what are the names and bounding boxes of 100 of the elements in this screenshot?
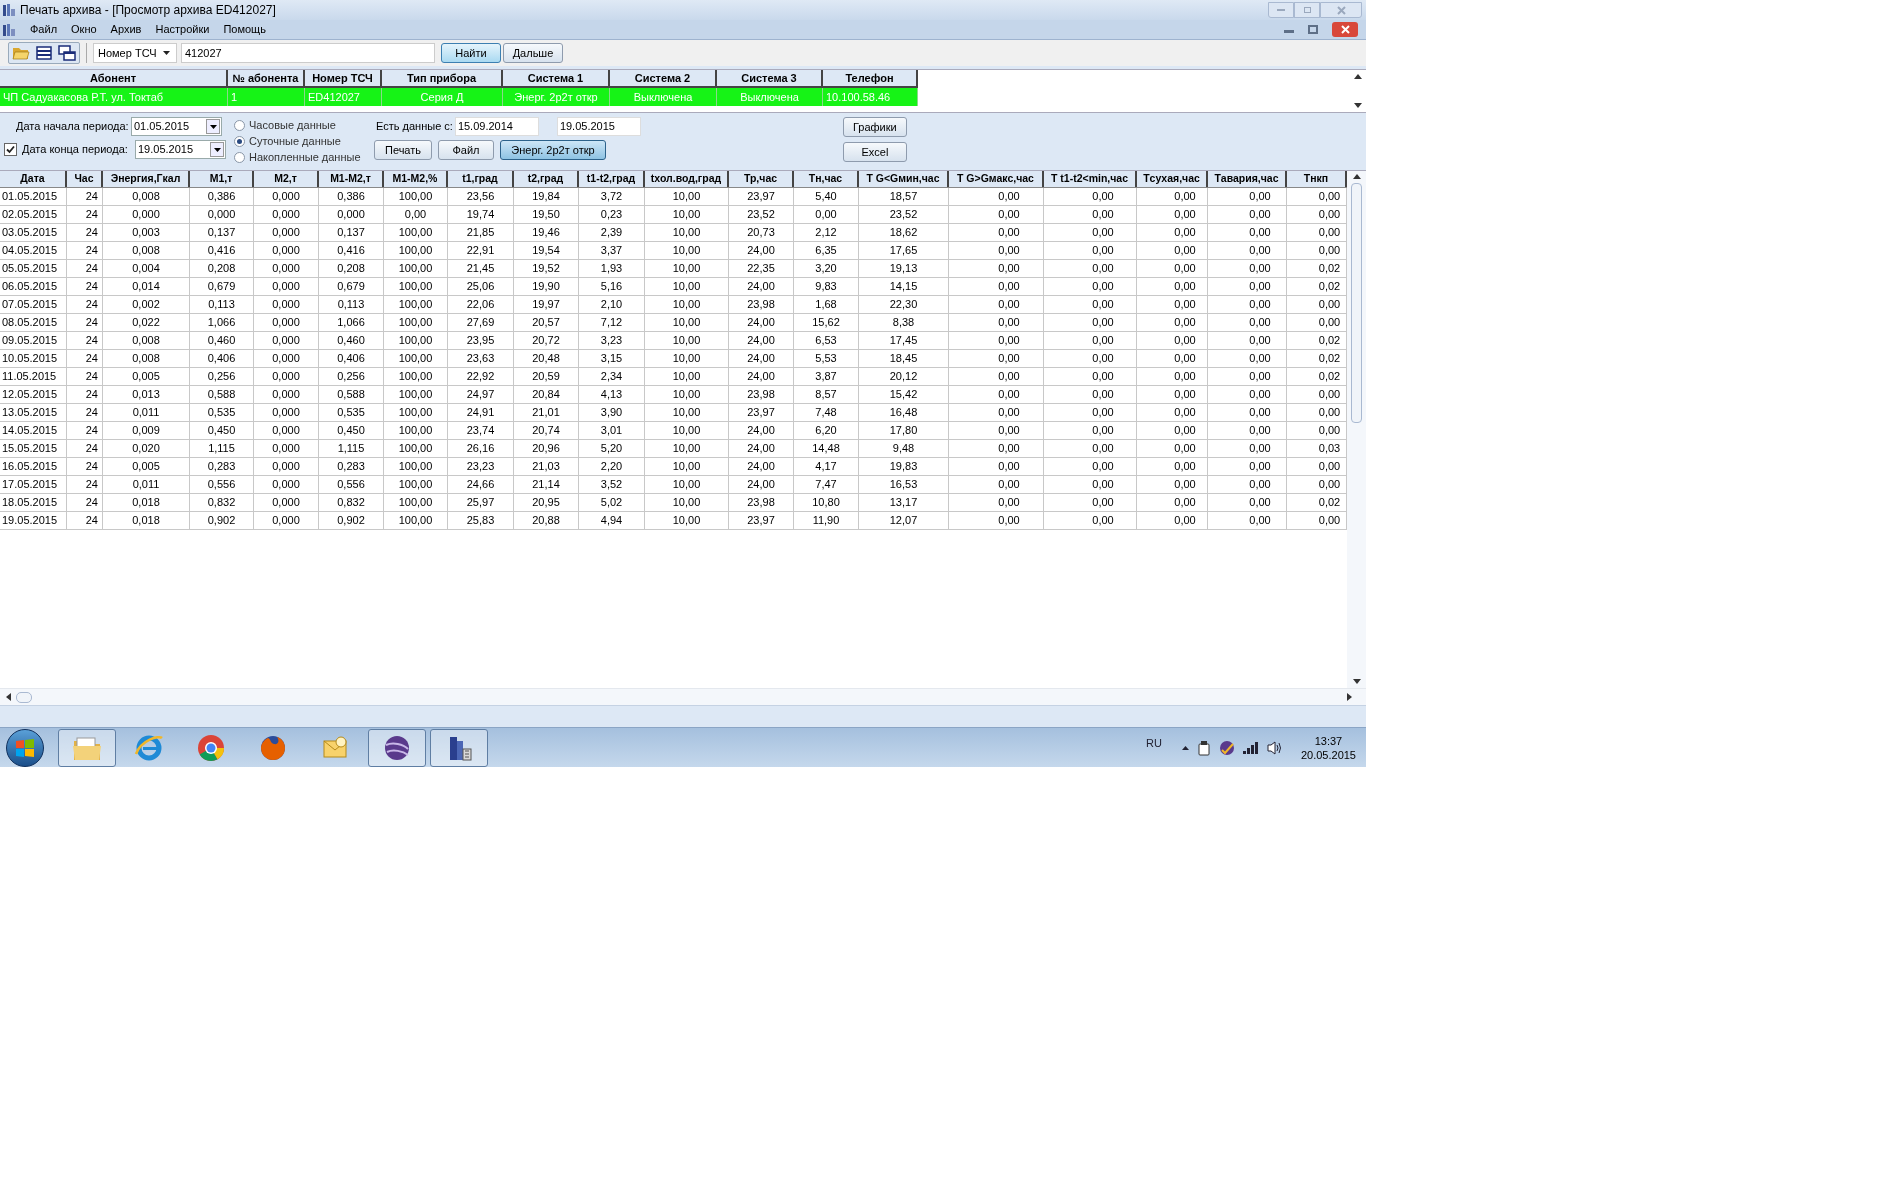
- action-button[interactable]: Энерг. 2р2т откр: [500, 140, 606, 160]
- column-header[interactable]: Номер ТСЧ: [305, 70, 382, 88]
- column-header[interactable]: М1,т: [190, 171, 254, 187]
- next-button[interactable]: Дальше: [503, 43, 563, 63]
- column-header[interactable]: Tавария,час: [1208, 171, 1287, 187]
- clock-time[interactable]: 13:37: [1314, 733, 1343, 748]
- taskbar-button[interactable]: [58, 728, 116, 767]
- table-cell: 24,00: [729, 242, 794, 259]
- column-header[interactable]: М1-М2,%: [384, 171, 448, 187]
- column-header[interactable]: Телефон: [823, 70, 918, 88]
- find-button[interactable]: Найти: [441, 43, 501, 63]
- menu-item[interactable]: Настройки: [149, 21, 216, 38]
- table-cell: 20,95: [514, 494, 579, 511]
- table-cell: 02.05.2015: [0, 206, 67, 223]
- close-button[interactable]: [1332, 22, 1358, 37]
- scroll-left-icon[interactable]: [6, 693, 11, 701]
- menu-item[interactable]: Архив: [104, 21, 148, 38]
- table-cell: 0,406: [190, 350, 254, 367]
- radio-button[interactable]: [234, 119, 245, 131]
- menu-item[interactable]: Окно: [65, 21, 103, 38]
- scroll-up-icon[interactable]: [1352, 174, 1361, 179]
- table-cell: 0,000: [254, 422, 319, 439]
- action-button[interactable]: Файл: [438, 140, 494, 160]
- search-field[interactable]: 412027: [181, 43, 435, 63]
- speaker-icon[interactable]: [1266, 740, 1283, 755]
- column-header[interactable]: Тип прибора: [382, 70, 503, 88]
- table-cell: 0,00: [1044, 458, 1137, 475]
- start-button[interactable]: [6, 728, 44, 767]
- restore-button[interactable]: [1308, 25, 1318, 34]
- date-dropdown[interactable]: 19.05.2015: [135, 140, 226, 159]
- dropdown-button[interactable]: [210, 142, 224, 157]
- scroll-down-icon[interactable]: [1354, 103, 1362, 108]
- usb-icon[interactable]: [1196, 739, 1211, 756]
- column-header[interactable]: Система 1: [503, 70, 610, 88]
- column-header[interactable]: Час: [67, 171, 103, 187]
- column-header[interactable]: Энергия,Гкал: [103, 171, 190, 187]
- table-cell: 5,16: [579, 278, 645, 295]
- table-cell: 0,000: [254, 494, 319, 511]
- table-cell: 13,17: [859, 494, 949, 511]
- menu-item[interactable]: Файл: [24, 21, 64, 38]
- column-header[interactable]: t1,град: [448, 171, 514, 187]
- action-button[interactable]: Excel: [842, 142, 907, 162]
- clock-date[interactable]: 20.05.2015: [1300, 747, 1356, 762]
- table-cell: 0,00: [949, 386, 1044, 403]
- show-hidden-icons-icon[interactable]: [1181, 745, 1189, 750]
- taskbar-button[interactable]: [430, 728, 488, 767]
- table-cell: 0,679: [319, 278, 384, 295]
- column-header[interactable]: t1-t2,град: [579, 171, 645, 187]
- column-header[interactable]: Дата: [0, 171, 67, 187]
- table-cell: 20,96: [514, 440, 579, 457]
- column-header[interactable]: Абонент: [0, 70, 228, 88]
- table-cell: 3,87: [794, 368, 859, 385]
- column-header[interactable]: T G>Gмакс,час: [949, 171, 1044, 187]
- table-cell: 0,00: [1044, 422, 1137, 439]
- table-cell: 14.05.2015: [0, 422, 67, 439]
- column-header[interactable]: Тн,час: [794, 171, 859, 187]
- taskbar-button[interactable]: [368, 728, 426, 767]
- table-cell: 0,00: [949, 458, 1044, 475]
- sphere-icon[interactable]: [1218, 739, 1235, 756]
- table-cell: 0,256: [190, 368, 254, 385]
- scroll-up-icon[interactable]: [1354, 74, 1362, 79]
- table-cell: 1,68: [794, 296, 859, 313]
- scroll-down-icon[interactable]: [1352, 679, 1361, 684]
- column-header[interactable]: Tсухая,час: [1137, 171, 1208, 187]
- table-cell: 0,008: [103, 242, 190, 259]
- table-cell: 0,00: [949, 404, 1044, 421]
- column-header[interactable]: М2,т: [254, 171, 319, 187]
- column-header[interactable]: T t1-t2<min,час: [1044, 171, 1137, 187]
- column-header[interactable]: № абонента: [228, 70, 305, 88]
- checkbox[interactable]: [4, 143, 17, 156]
- table-cell: 0,00: [1044, 278, 1137, 295]
- search-type-dropdown[interactable]: Номер ТСЧ: [93, 43, 177, 63]
- menu-item[interactable]: Помощь: [217, 21, 272, 38]
- column-header[interactable]: Система 3: [717, 70, 823, 88]
- caret-icon: [209, 124, 217, 129]
- column-header[interactable]: t2,град: [514, 171, 579, 187]
- column-header[interactable]: Система 2: [610, 70, 717, 88]
- column-header[interactable]: tхол.вод,град: [645, 171, 729, 187]
- column-header[interactable]: Тр,час: [729, 171, 794, 187]
- list-icon[interactable]: [36, 45, 52, 61]
- signal-icon[interactable]: [1242, 741, 1259, 754]
- table-cell: 0,00: [1208, 512, 1287, 529]
- table-cell: 25,83: [448, 512, 514, 529]
- action-button[interactable]: Печать: [374, 140, 432, 160]
- table-cell: 18,45: [859, 350, 949, 367]
- language-indicator[interactable]: RU: [1146, 735, 1162, 752]
- column-header[interactable]: T G<Gмин,час: [859, 171, 949, 187]
- radio-button[interactable]: [234, 151, 245, 163]
- scrollbar-thumb[interactable]: [1351, 183, 1362, 423]
- scrollbar-thumb[interactable]: [16, 691, 32, 703]
- dropdown-button[interactable]: [206, 119, 220, 134]
- scroll-right-icon[interactable]: [1347, 693, 1352, 701]
- table-cell: 7,47: [794, 476, 859, 493]
- date-dropdown[interactable]: 01.05.2015: [131, 117, 222, 136]
- windows-icon[interactable]: [58, 45, 76, 61]
- radio-button[interactable]: [234, 135, 245, 147]
- table-cell: 25,06: [448, 278, 514, 295]
- action-button[interactable]: Графики: [842, 117, 907, 137]
- table-cell: 24: [67, 314, 103, 331]
- column-header[interactable]: М1-М2,т: [319, 171, 384, 187]
